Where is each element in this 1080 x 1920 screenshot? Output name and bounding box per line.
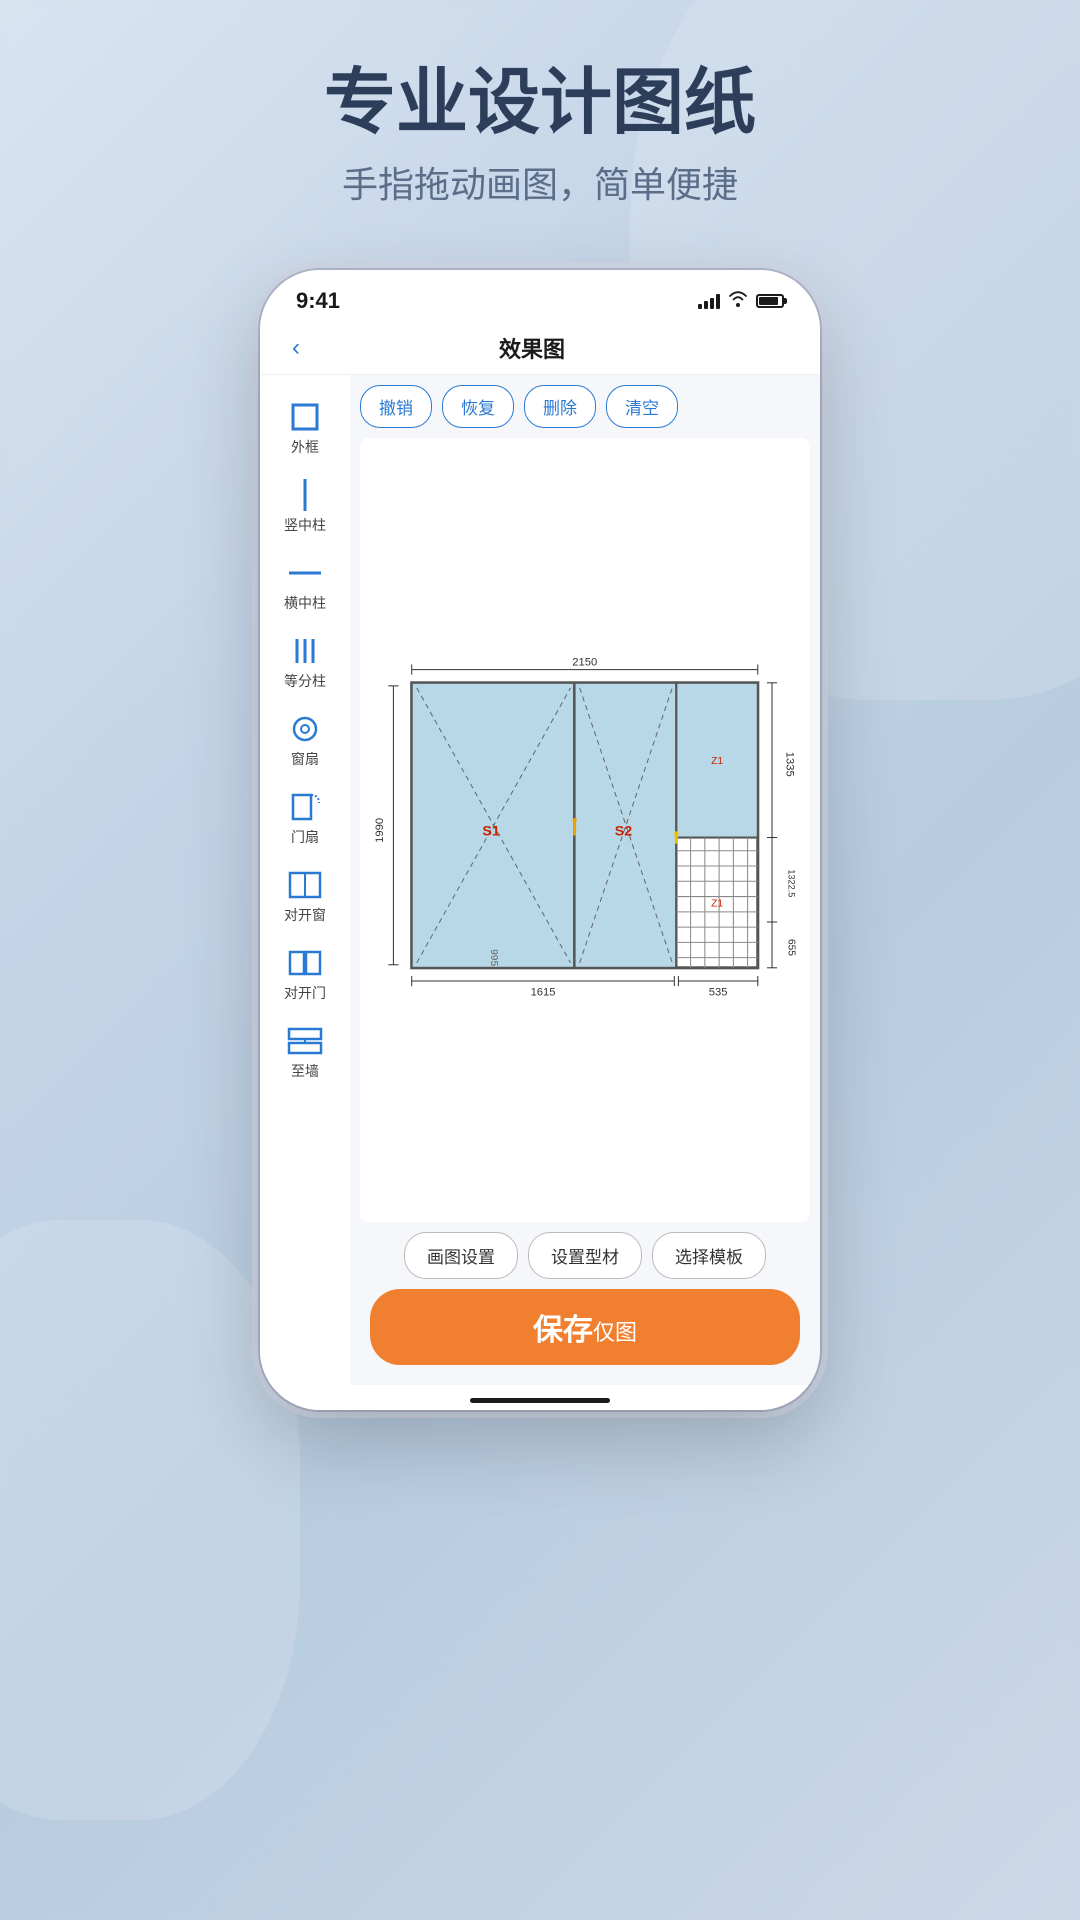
svg-text:Z1: Z1: [711, 756, 723, 767]
svg-text:S1: S1: [483, 823, 501, 839]
page-title: 专业设计图纸: [0, 60, 1080, 146]
outer-frame-label: 外框: [291, 437, 319, 457]
door-sash-label: 门扇: [291, 827, 319, 847]
save-main-label: 保存: [533, 1314, 593, 1347]
back-button[interactable]: ‹: [284, 330, 308, 366]
svg-text:1990: 1990: [374, 818, 386, 843]
home-indicator: [260, 1385, 820, 1410]
sidebar-item-door-sash[interactable]: 门扇: [260, 781, 350, 855]
page-header: 专业设计图纸 手指拖动画图，简单便捷: [0, 60, 1080, 208]
drawing-settings-button[interactable]: 画图设置: [404, 1232, 518, 1279]
sidebar-item-horizontal-col[interactable]: 横中柱: [260, 547, 350, 621]
svg-text:1615: 1615: [531, 986, 556, 998]
door-sash-icon: [287, 789, 323, 825]
drawing-area: 2150 1990: [360, 438, 810, 1222]
sidebar-item-outer-frame[interactable]: 外框: [260, 391, 350, 465]
svg-text:535: 535: [709, 986, 728, 998]
nav-bar: ‹ 效果图: [260, 322, 820, 375]
action-buttons: 撤销 恢复 删除 清空: [360, 385, 810, 428]
sidebar-item-window-sash[interactable]: 窗扇: [260, 703, 350, 777]
status-icons: [698, 291, 784, 312]
sidebar: 外框 竖中柱 横中柱: [260, 375, 350, 1385]
svg-text:1322.5: 1322.5: [787, 869, 797, 897]
vertical-bar-icon: [287, 477, 323, 513]
sidebar-item-double-door[interactable]: 对开门: [260, 937, 350, 1011]
double-window-label: 对开窗: [284, 905, 326, 925]
undo-button[interactable]: 撤销: [360, 385, 432, 428]
phone-mockup: 9:41 ‹ 效果图: [260, 270, 820, 1410]
horizontal-bar-icon: [287, 555, 323, 591]
delete-button[interactable]: 删除: [524, 385, 596, 428]
main-content: 外框 竖中柱 横中柱: [260, 375, 820, 1385]
sidebar-item-double-window[interactable]: 对开窗: [260, 859, 350, 933]
page-subtitle: 手指拖动画图，简单便捷: [0, 156, 1080, 208]
sidebar-item-wall[interactable]: 至墙: [260, 1015, 350, 1089]
double-window-icon: [287, 867, 323, 903]
double-door-label: 对开门: [284, 983, 326, 1003]
clear-button[interactable]: 清空: [606, 385, 678, 428]
svg-text:655: 655: [786, 939, 797, 956]
svg-text:1335: 1335: [784, 751, 796, 776]
right-content: 撤销 恢复 删除 清空 2150 1990: [350, 375, 820, 1385]
nav-title: 效果图: [308, 332, 756, 364]
home-bar: [470, 1398, 610, 1403]
svg-text:S2: S2: [615, 823, 633, 839]
svg-text:2150: 2150: [573, 656, 598, 668]
wifi-icon: [728, 291, 748, 312]
svg-text:Z1: Z1: [711, 898, 723, 909]
equal-col-label: 等分柱: [284, 671, 326, 691]
sidebar-item-vertical-col[interactable]: 竖中柱: [260, 469, 350, 543]
select-template-button[interactable]: 选择模板: [652, 1232, 766, 1279]
horizontal-col-label: 横中柱: [284, 593, 326, 613]
battery-icon: [756, 294, 784, 308]
signal-icon: [698, 293, 720, 309]
bottom-tool-buttons: 画图设置 设置型材 选择模板: [360, 1232, 810, 1279]
triple-bar-icon: [287, 633, 323, 669]
window-sash-label: 窗扇: [291, 749, 319, 769]
sidebar-item-equal-col[interactable]: 等分柱: [260, 625, 350, 699]
double-door-icon: [287, 945, 323, 981]
save-sub-label: 仅图: [593, 1320, 637, 1345]
redo-button[interactable]: 恢复: [442, 385, 514, 428]
vertical-col-label: 竖中柱: [284, 515, 326, 535]
save-button[interactable]: 保存仅图: [370, 1289, 800, 1365]
material-settings-button[interactable]: 设置型材: [528, 1232, 642, 1279]
bg-decoration-2: [0, 1220, 300, 1820]
wall-label: 至墙: [291, 1061, 319, 1081]
status-time: 9:41: [296, 288, 340, 314]
circle-o-icon: [287, 711, 323, 747]
svg-text:995: 995: [488, 949, 499, 966]
square-icon: [287, 399, 323, 435]
status-bar: 9:41: [260, 270, 820, 322]
window-svg: 2150 1990: [371, 458, 799, 1203]
wall-icon: [287, 1023, 323, 1059]
